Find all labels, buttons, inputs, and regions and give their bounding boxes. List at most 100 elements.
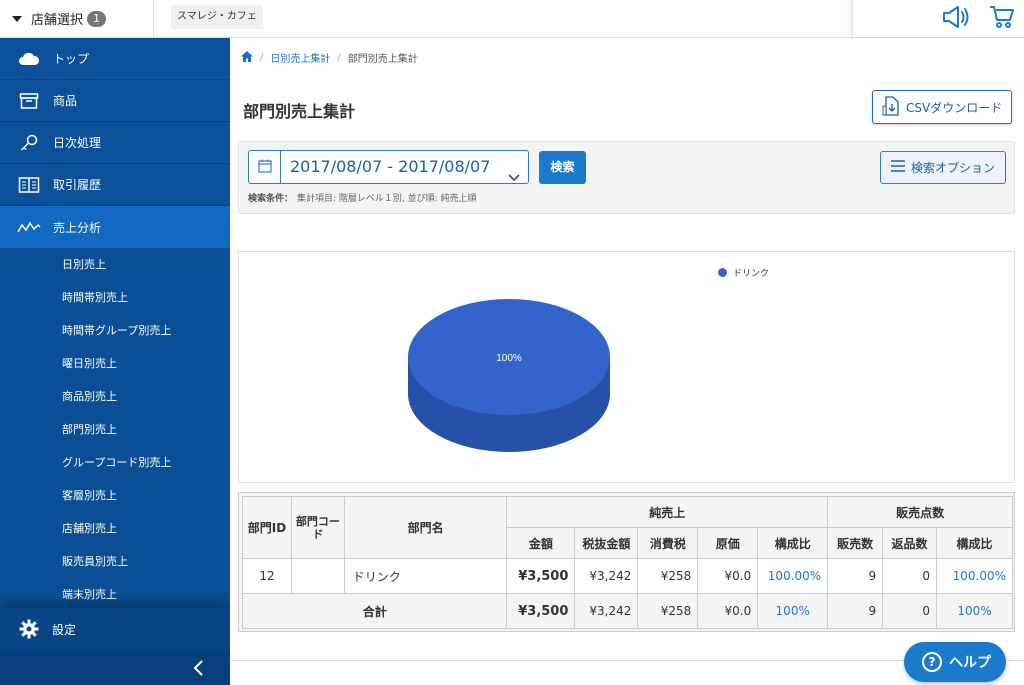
- header-pre-tax: 税抜金額: [574, 527, 639, 559]
- total-tax: ¥258: [637, 593, 699, 629]
- store-select-label: 店舗選択: [31, 13, 84, 28]
- cell-ratio: 100.00%: [757, 558, 829, 594]
- table-row: 12 ドリンク ¥3,500 ¥3,242 ¥258 ¥0.0 100.00% …: [242, 558, 1014, 594]
- total-cost: ¥0.0: [697, 593, 759, 629]
- sales-table-wrapper: 部門ID 部門コード 部門名 純売上 販売点数 金額 税抜金額 消費税 原価 構…: [238, 492, 1015, 632]
- total-ratio: 100%: [757, 593, 829, 629]
- header-cost: 原価: [697, 527, 759, 559]
- submenu-item-daily-sales[interactable]: 日別売上: [0, 248, 230, 281]
- search-options-button[interactable]: 検索オプション: [880, 151, 1006, 184]
- store-name-tag: スマレジ・カフェ: [171, 5, 263, 29]
- main-content: / 日別売上集計 / 部門別売上集計 部門別売上集計 CSVダウンロード 201…: [230, 38, 1024, 685]
- store-count-badge: 1: [87, 10, 107, 27]
- submenu-item-weekday-sales[interactable]: 曜日別売上: [0, 347, 230, 380]
- cell-dept-id: 12: [242, 558, 292, 594]
- page-title: 部門別売上集計: [243, 102, 356, 121]
- submenu-item-store-sales[interactable]: 店舗別売上: [0, 512, 230, 545]
- total-qty-ratio: 100%: [935, 593, 1014, 629]
- store-select-dropdown[interactable]: 店舗選択 1: [0, 0, 154, 37]
- sidebar-item-label: 売上分析: [53, 220, 102, 235]
- sidebar-item-history[interactable]: 取引履歴: [0, 164, 230, 206]
- submenu-item-department-sales[interactable]: 部門別売上: [0, 413, 230, 446]
- header-dept-id: 部門ID: [242, 496, 292, 559]
- total-returned: 0: [882, 593, 937, 629]
- pie-data-label: 100%: [496, 353, 522, 364]
- header-dept-code: 部門コード: [290, 496, 345, 559]
- header-ratio: 構成比: [757, 527, 829, 559]
- calendar-icon: [257, 159, 272, 176]
- pie-chart: 100%: [408, 299, 610, 452]
- search-options-label: 検索オプション: [911, 161, 996, 175]
- search-button[interactable]: 検索: [539, 151, 586, 184]
- sidebar-item-settings[interactable]: 設定: [0, 608, 230, 650]
- header-returned: 返品数: [882, 527, 937, 559]
- search-conditions-label: 検索条件：: [248, 194, 294, 204]
- sales-analysis-submenu: 日別売上 時間帯別売上 時間帯グループ別売上 曜日別売上 商品別売上 部門別売上…: [0, 248, 230, 611]
- submenu-item-staff-sales[interactable]: 販売員別売上: [0, 545, 230, 578]
- total-pre-tax: ¥3,242: [574, 593, 639, 629]
- help-button[interactable]: ? ヘルプ: [904, 642, 1006, 682]
- chart-panel: 100% ドリンク: [238, 251, 1015, 483]
- total-amount: ¥3,500: [506, 593, 576, 629]
- cell-sold: 9: [827, 558, 884, 594]
- help-label: ヘルプ: [949, 655, 991, 671]
- sidebar: トップ 商品 日次処理 取引履歴 売上分析 日別売上 時間帯別売上 時間帯グルー…: [0, 38, 230, 685]
- submenu-item-group-code-sales[interactable]: グループコード別売上: [0, 446, 230, 479]
- question-icon: ?: [922, 652, 942, 672]
- submenu-item-terminal-sales[interactable]: 端末別売上: [0, 578, 230, 611]
- sidebar-item-top[interactable]: トップ: [0, 38, 230, 80]
- search-panel: 2017/08/07 - 2017/08/07 検索 検索オプション 検索条件：…: [238, 141, 1015, 214]
- sidebar-item-label: 取引履歴: [53, 178, 102, 192]
- home-icon[interactable]: [241, 50, 253, 65]
- breadcrumb-current: 部門別売上集計: [347, 54, 418, 65]
- chart-legend[interactable]: ドリンク: [718, 266, 769, 279]
- header-qty-group: 販売点数: [827, 496, 1013, 528]
- submenu-item-product-sales[interactable]: 商品別売上: [0, 380, 230, 413]
- cell-amount: ¥3,500: [506, 558, 576, 594]
- chevron-left-icon: [192, 660, 206, 679]
- total-label: 合計: [241, 593, 508, 629]
- top-bar: 店舗選択 1 スマレジ・カフェ: [0, 0, 1024, 38]
- sidebar-collapse-button[interactable]: [0, 650, 230, 685]
- sidebar-item-label: 商品: [53, 94, 78, 108]
- caret-down-icon: [12, 15, 22, 22]
- header-sold: 販売数: [827, 527, 884, 559]
- cell-dept-code: [290, 558, 345, 594]
- header-dept-name: 部門名: [343, 496, 508, 559]
- breadcrumb-separator: /: [260, 52, 264, 63]
- sidebar-item-sales-analysis[interactable]: 売上分析: [0, 206, 230, 248]
- cell-tax: ¥258: [637, 558, 699, 594]
- cell-cost: ¥0.0: [697, 558, 759, 594]
- cart-icon[interactable]: [989, 5, 1015, 32]
- megaphone-icon[interactable]: [941, 5, 971, 32]
- header-tax: 消費税: [637, 527, 699, 559]
- breadcrumb-link[interactable]: 日別売上集計: [270, 50, 330, 65]
- csv-download-label: CSVダウンロード: [906, 100, 1003, 115]
- table-total-row: 合計 ¥3,500 ¥3,242 ¥258 ¥0.0 100% 9 0 100%: [241, 593, 1014, 629]
- cell-qty-ratio: 100.00%: [935, 558, 1014, 594]
- calendar-button[interactable]: [248, 150, 280, 184]
- search-conditions-text: 集計項目: 階層レベル１別, 並び順: 純売上順: [297, 194, 477, 204]
- cell-returned: 0: [882, 558, 937, 594]
- chart-line-icon: [17, 217, 41, 237]
- date-range-value: 2017/08/07 - 2017/08/07: [290, 157, 491, 176]
- breadcrumb-separator: /: [337, 52, 341, 63]
- book-icon: [17, 175, 41, 195]
- file-download-icon: [882, 95, 900, 119]
- header-amount: 金額: [506, 527, 576, 559]
- sidebar-item-products[interactable]: 商品: [0, 80, 230, 122]
- cloud-icon: [17, 49, 41, 69]
- total-sold: 9: [827, 593, 884, 629]
- legend-marker: [718, 268, 727, 277]
- submenu-item-customer-segment-sales[interactable]: 客層別売上: [0, 479, 230, 512]
- gear-icon: [19, 619, 39, 639]
- box-icon: [17, 91, 41, 111]
- header-net-sales: 純売上: [506, 496, 829, 528]
- csv-download-button[interactable]: CSVダウンロード: [872, 90, 1012, 124]
- sidebar-item-daily[interactable]: 日次処理: [0, 122, 230, 164]
- submenu-item-hourly-group-sales[interactable]: 時間帯グループ別売上: [0, 314, 230, 347]
- date-range-select[interactable]: 2017/08/07 - 2017/08/07: [280, 150, 529, 184]
- header-qty-ratio: 構成比: [935, 527, 1014, 559]
- chevron-down-icon: [508, 162, 520, 194]
- submenu-item-hourly-sales[interactable]: 時間帯別売上: [0, 281, 230, 314]
